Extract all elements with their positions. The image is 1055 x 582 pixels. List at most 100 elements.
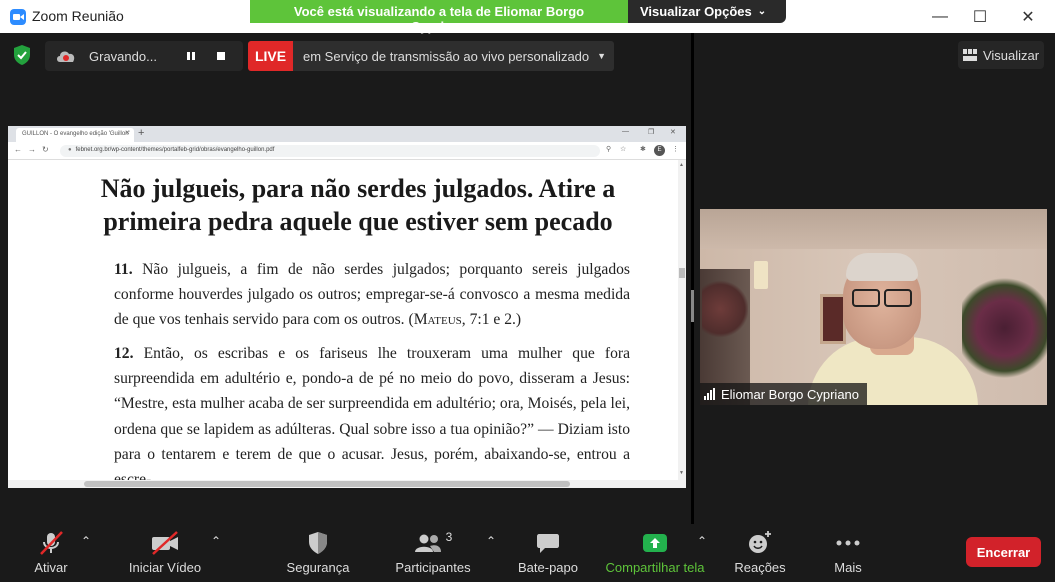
pause-recording-button[interactable] (179, 44, 203, 68)
view-layout-label: Visualizar (982, 47, 1040, 63)
stop-icon (217, 52, 225, 60)
paragraph-11-reference: , 7:1 e 2.) (461, 311, 522, 329)
browser-tab-strip: GUILLON - O evangelho edição 'Guillon' ×… (8, 126, 686, 142)
lock-icon: ● (68, 147, 72, 153)
paragraph-11-number: 11. (114, 261, 133, 278)
unmute-button[interactable]: Ativar (22, 524, 80, 582)
muted-microphone-icon (40, 531, 63, 555)
browser-profile-avatar: E (654, 145, 665, 156)
browser-minimize-icon: — (622, 128, 629, 135)
video-off-icon (152, 531, 178, 555)
chat-bubble-icon (537, 534, 559, 553)
live-stream-dropdown[interactable]: em Serviço de transmissão ao vivo person… (293, 41, 614, 71)
video-options-caret-icon[interactable]: ⌃ (211, 534, 221, 548)
reactions-button[interactable]: Reações (730, 524, 790, 582)
back-icon: ← (14, 145, 22, 154)
share-options-caret-icon[interactable]: ⌃ (697, 534, 707, 548)
browser-menu-icon: ⋮ (672, 146, 679, 153)
browser-restore-icon: ❐ (648, 129, 655, 136)
browser-close-icon: ✕ (670, 129, 676, 136)
view-layout-button[interactable]: Visualizar (958, 41, 1044, 69)
live-badge: LIVE (248, 41, 293, 71)
security-shield-icon (309, 532, 327, 554)
more-label: Mais (834, 560, 862, 575)
grid-view-icon (962, 49, 977, 61)
pdf-vertical-scrollbar: ▲ ▼ (678, 160, 686, 480)
document-heading-line-2: primeira pedra aquele que estiver sem pe… (103, 207, 613, 236)
forward-icon: → (28, 145, 36, 154)
start-video-label: Iniciar Vídeo (128, 560, 202, 575)
end-meeting-button[interactable]: Encerrar (966, 537, 1041, 567)
recording-indicator: Gravando... (45, 41, 243, 71)
new-tab-icon: + (138, 127, 145, 139)
zoom-page-icon: ⚲ (606, 146, 612, 153)
pause-icon (187, 52, 195, 60)
signal-strength-icon (704, 388, 715, 400)
extensions-icon: ✱ (640, 146, 646, 153)
participants-button[interactable]: 3 Participantes (392, 524, 474, 582)
view-options-label: Visualizar Opções (640, 4, 752, 19)
share-screen-icon (643, 534, 667, 552)
view-options-button[interactable]: Visualizar Opções ⌄ (628, 0, 786, 23)
security-label: Segurança (286, 560, 350, 575)
unmute-label: Ativar (34, 560, 68, 575)
participant-name-tag: Eliomar Borgo Cypriano (700, 383, 868, 405)
participant-glasses (848, 289, 914, 309)
maximize-button[interactable]: ☐ (957, 0, 1003, 33)
more-dots-icon (836, 540, 860, 546)
chevron-down-icon: ⌄ (757, 6, 767, 17)
shared-screen: GUILLON - O evangelho edição 'Guillon' ×… (8, 126, 686, 488)
stop-recording-button[interactable] (209, 44, 233, 68)
chat-label: Bate-papo (518, 560, 578, 575)
browser-tab: GUILLON - O evangelho edição 'Guillon' (16, 128, 134, 142)
pdf-page: Não julgueis, para não serdes julgados. … (8, 160, 678, 480)
paragraph-11-text: Não julgueis, a fim de não serdes julgad… (114, 261, 630, 329)
caret-down-icon: ▼ (597, 51, 607, 61)
participant-hair (846, 253, 918, 281)
browser-url-text: febnet.org.br/wp-content/themes/portalfe… (75, 147, 275, 153)
recording-label: Gravando... (89, 48, 157, 64)
close-tab-icon: × (125, 128, 130, 137)
participants-options-caret-icon[interactable]: ⌃ (486, 534, 496, 548)
live-stream-label: em Serviço de transmissão ao vivo person… (303, 48, 590, 64)
participants-icon (414, 534, 441, 552)
video-plant (702, 279, 748, 339)
video-lamp (754, 261, 768, 289)
share-screen-button[interactable]: Compartilhar tela (600, 524, 710, 582)
pdf-vertical-scroll-thumb (679, 268, 685, 278)
audio-options-caret-icon[interactable]: ⌃ (81, 534, 91, 548)
paragraph-12-number: 12. (114, 345, 134, 362)
close-button[interactable]: ✕ (1005, 0, 1051, 33)
chat-button[interactable]: Bate-papo (514, 524, 582, 582)
more-button[interactable]: Mais (826, 524, 870, 582)
reactions-label: Reações (734, 560, 786, 575)
browser-url: ● febnet.org.br/wp-content/themes/portalf… (60, 145, 600, 157)
zoom-meeting-window: Zoom Reunião — ☐ ✕ Você está visualizand… (0, 0, 1055, 582)
video-flowers (962, 273, 1047, 383)
reactions-smiley-icon (749, 531, 771, 553)
paragraph-11-reference-name: Mateus (413, 311, 462, 329)
video-ceiling (700, 209, 1047, 249)
document-heading-line-1: Não julgueis, para não serdes julgados. … (100, 174, 616, 203)
panel-divider[interactable] (691, 33, 694, 524)
document-heading: Não julgueis, para não serdes julgados. … (8, 172, 678, 238)
encryption-shield-icon[interactable] (12, 44, 32, 66)
zoom-logo-icon (10, 9, 26, 25)
start-video-button[interactable]: Iniciar Vídeo (126, 524, 204, 582)
paragraph-11: 11. Não julgueis, a fim de não serdes ju… (114, 257, 630, 333)
participant-video-tile[interactable]: Eliomar Borgo Cypriano (700, 209, 1047, 405)
screen-share-banner: Você está visualizando a tela de Eliomar… (250, 0, 786, 34)
cloud-recording-icon (57, 51, 75, 62)
security-button[interactable]: Segurança (284, 524, 352, 582)
pdf-horizontal-scrollbar (8, 480, 686, 488)
reload-icon: ↻ (42, 145, 49, 154)
window-title: Zoom Reunião (32, 8, 124, 24)
participants-label: Participantes (395, 560, 471, 575)
participant-name: Eliomar Borgo Cypriano (721, 386, 860, 402)
paragraph-12: 12. Então, os escribas e os fariseus lhe… (114, 341, 630, 480)
browser-address-bar: ← → ↻ ● febnet.org.br/wp-content/themes/p… (8, 142, 686, 160)
scroll-down-arrow-icon: ▼ (679, 470, 684, 476)
resize-handle[interactable] (691, 290, 694, 322)
meeting-toolbar: Ativar ⌃ Iniciar Vídeo ⌃ Segurança 3 Par… (0, 524, 1055, 582)
pdf-horizontal-scroll-thumb (84, 481, 570, 487)
